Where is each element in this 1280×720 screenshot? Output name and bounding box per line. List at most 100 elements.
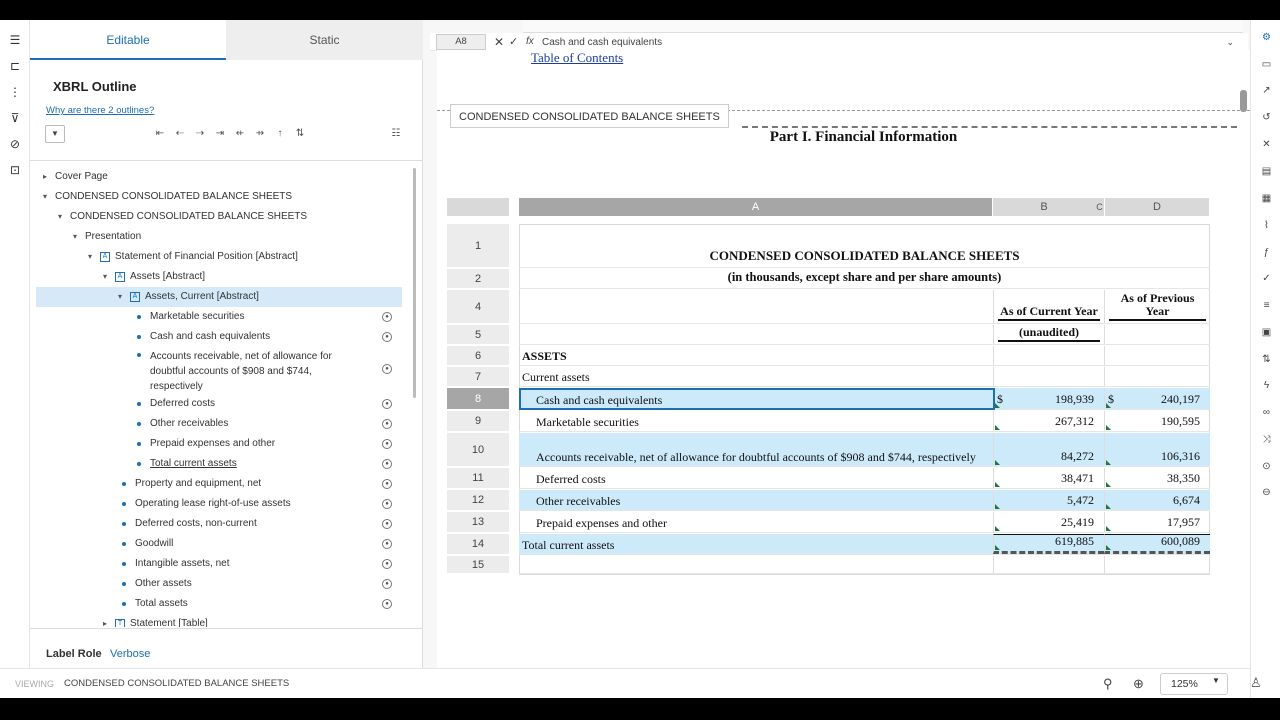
fields-icon[interactable]: ⊖	[1260, 486, 1273, 499]
cell-a[interactable]: Other receivables	[519, 490, 993, 510]
outline-node[interactable]: Property and equipment, net ●	[36, 474, 402, 494]
eye-icon[interactable]: ●	[382, 599, 392, 609]
row-header[interactable]: 8	[447, 388, 509, 410]
share-icon[interactable]: ↗	[1260, 84, 1273, 97]
outline-node[interactable]: ▾ A Assets, Current [Abstract]	[36, 287, 402, 307]
outline-node[interactable]: Total current assets ●	[36, 454, 402, 474]
outline-node[interactable]: ▾ A Assets [Abstract]	[36, 267, 402, 287]
cell-b[interactable]	[993, 556, 1104, 573]
chevron-down-icon[interactable]: ▾	[85, 247, 95, 267]
row-header[interactable]: 10	[447, 433, 509, 467]
list-icon[interactable]: ≡	[1260, 299, 1273, 312]
cell-a[interactable]: Deferred costs	[519, 468, 993, 488]
move-right-icon[interactable]: ⇢	[193, 127, 207, 141]
cell-d[interactable]	[1104, 367, 1210, 386]
chevron-down-icon[interactable]: ▼	[1212, 676, 1220, 685]
eye-icon[interactable]: ●	[382, 479, 392, 489]
filter-icon[interactable]: ⊽	[7, 110, 23, 126]
outline-node[interactable]: ▸ T Statement [Table]	[36, 614, 402, 627]
tab-editable[interactable]: Editable	[30, 20, 226, 60]
eye-icon[interactable]: ●	[382, 539, 392, 549]
cell-a[interactable]: Accounts receivable, net of allowance fo…	[519, 433, 993, 466]
row-header[interactable]: 7	[447, 367, 509, 387]
cell-a[interactable]: CONDENSED CONSOLIDATED BALANCE SHEETS	[519, 224, 1210, 267]
eye-icon[interactable]: ●	[382, 579, 392, 589]
cell-b[interactable]	[993, 346, 1104, 365]
location-icon[interactable]: ⊙	[1260, 460, 1273, 473]
column-header-c[interactable]: C	[1095, 198, 1104, 216]
table-of-contents-link[interactable]: Table of Contents	[531, 50, 623, 66]
sheet-tab[interactable]: CONDENSED CONSOLIDATED BALANCE SHEETS	[450, 104, 729, 128]
outline-options-icon[interactable]: ☷	[389, 127, 403, 141]
chevron-down-icon[interactable]: ▾	[55, 207, 65, 227]
eye-icon[interactable]: ●	[382, 559, 392, 569]
row-header[interactable]: 11	[447, 468, 509, 489]
outline-dropdown-button[interactable]: ▼	[45, 125, 65, 143]
cell-b[interactable]: 84,272	[993, 433, 1104, 466]
attachment-icon[interactable]: ⌇	[1260, 219, 1273, 232]
cell-a[interactable]: Current assets	[519, 367, 993, 386]
history-icon[interactable]: ↺	[1260, 111, 1273, 124]
label-role-value[interactable]: Verbose	[110, 648, 150, 660]
row-header[interactable]: 12	[447, 490, 509, 511]
cell-d[interactable]: 190,595	[1104, 411, 1210, 431]
row-header[interactable]: 1	[447, 224, 509, 268]
corner-header[interactable]	[447, 198, 509, 216]
table-icon[interactable]: ▦	[1260, 192, 1273, 205]
outline-node[interactable]: ▸ Cover Page	[36, 167, 402, 187]
eye-icon[interactable]: ●	[382, 439, 392, 449]
chevron-down-icon[interactable]: ▾	[100, 267, 110, 287]
eye-icon[interactable]: ●	[382, 519, 392, 529]
cell-a[interactable]: Total current assets	[519, 534, 993, 554]
comment-icon[interactable]: ▭	[1260, 58, 1273, 71]
outline-node[interactable]: Other assets ●	[36, 574, 402, 594]
cell-b[interactable]: 38,471	[993, 468, 1104, 488]
row-header[interactable]: 14	[447, 534, 509, 555]
cell-d[interactable]: 17,957	[1104, 512, 1210, 532]
cell-b[interactable]: (unaudited)	[993, 325, 1104, 344]
confirm-icon[interactable]: ✓	[509, 35, 518, 49]
cell-a[interactable]	[519, 556, 993, 573]
outline-node[interactable]: Operating lease right-of-use assets ●	[36, 494, 402, 514]
why-two-outlines-link[interactable]: Why are there 2 outlines?	[46, 105, 154, 116]
outline-node[interactable]: ▾ A Statement of Financial Position [Abstr…	[36, 247, 402, 267]
chevron-right-icon[interactable]: ▸	[40, 167, 50, 187]
cell-d[interactable]	[1104, 556, 1210, 573]
eye-icon[interactable]: ●	[382, 364, 392, 374]
eye-icon[interactable]: ●	[382, 399, 392, 409]
check-icon[interactable]: ✓	[1260, 272, 1273, 285]
row-header[interactable]: 15	[447, 556, 509, 574]
cell-d[interactable]	[1104, 346, 1210, 365]
eye-icon[interactable]: ●	[382, 499, 392, 509]
zoom-out-icon[interactable]: ⚲	[1103, 676, 1113, 692]
row-header[interactable]: 13	[447, 512, 509, 533]
outline-node[interactable]: Deferred costs ●	[36, 394, 402, 414]
chevron-down-icon[interactable]: ⌄	[1226, 35, 1234, 49]
eye-icon[interactable]: ●	[382, 312, 392, 322]
row-header[interactable]: 6	[447, 346, 509, 366]
cell-reference[interactable]: A8	[436, 34, 486, 50]
indent-icon[interactable]: ⇥	[213, 127, 227, 141]
cell-d[interactable]: 600,089	[1104, 534, 1210, 554]
chevron-down-icon[interactable]: ▾	[40, 187, 50, 207]
review-icon[interactable]: ⊡	[7, 162, 23, 178]
function-icon[interactable]: fx	[526, 35, 534, 49]
cell-b[interactable]: 25,419	[993, 512, 1104, 532]
collapse-left-icon[interactable]: ⇷	[233, 127, 247, 141]
outline-node[interactable]: Deferred costs, non-current ●	[36, 514, 402, 534]
document-icon[interactable]: ▤	[1260, 165, 1273, 178]
cell-b[interactable]: As of Current Year	[993, 290, 1104, 323]
xbrl-outline-icon[interactable]: ⋮	[7, 84, 23, 100]
outline-node[interactable]: Other receivables ●	[36, 414, 402, 434]
cell-d[interactable]: As of Previous Year	[1104, 290, 1210, 323]
cell-a[interactable]: (in thousands, except share and per shar…	[519, 269, 1210, 288]
column-header-d[interactable]: D	[1105, 198, 1209, 216]
row-header[interactable]: 2	[447, 269, 509, 289]
outline-node[interactable]: Total assets ●	[36, 594, 402, 614]
cell-a[interactable]: Marketable securities	[519, 411, 993, 431]
cancel-icon[interactable]: ✕	[494, 35, 504, 49]
eye-icon[interactable]: ●	[382, 332, 392, 342]
tab-static[interactable]: Static	[226, 20, 423, 60]
chevron-right-icon[interactable]: ▸	[100, 614, 110, 627]
move-left-icon[interactable]: ⇠	[173, 127, 187, 141]
